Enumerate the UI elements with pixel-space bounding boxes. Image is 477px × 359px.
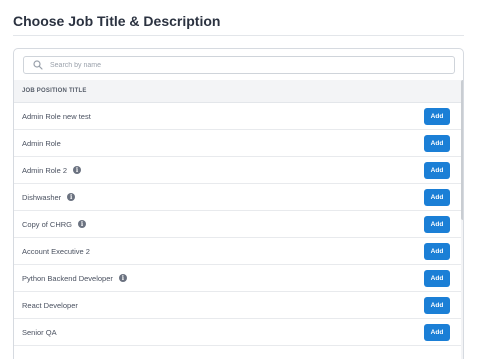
add-button[interactable]: Add — [424, 135, 450, 152]
table-header: JOB POSITION TITLE — [14, 80, 461, 103]
job-title-label: Copy of CHRG — [22, 219, 73, 229]
table-row: Senior QA Add — [14, 319, 461, 346]
table-row: Copy of CHRG i Add — [14, 211, 461, 238]
table-row: Admin Role new test Add — [14, 103, 461, 130]
page-title: Choose Job Title & Description — [13, 13, 221, 29]
add-button[interactable]: Add — [424, 270, 450, 287]
info-icon[interactable]: i — [73, 166, 82, 174]
table-row: Dishwasher i Add — [14, 184, 461, 211]
column-header-job-position-title: JOB POSITION TITLE — [22, 88, 87, 94]
table-row: Admin Role 2 i Add — [14, 157, 461, 184]
job-title-label: Python Backend Developer — [22, 273, 113, 283]
job-title-label: Admin Role 2 — [22, 165, 68, 175]
add-button[interactable]: Add — [424, 108, 450, 125]
add-button[interactable]: Add — [424, 162, 450, 179]
info-icon[interactable]: i — [67, 193, 76, 201]
info-icon[interactable]: i — [78, 220, 87, 228]
table-row: Admin Role Add — [14, 130, 461, 157]
job-title-label: Admin Role new test — [22, 111, 91, 121]
add-button[interactable]: Add — [424, 297, 450, 314]
search-box[interactable] — [23, 56, 455, 74]
add-button[interactable]: Add — [424, 324, 450, 341]
job-title-label: React Developer — [22, 300, 78, 310]
info-icon[interactable]: i — [118, 274, 127, 282]
add-button[interactable]: Add — [424, 189, 450, 206]
add-button[interactable]: Add — [424, 243, 450, 260]
job-title-label: Senior QA — [22, 327, 57, 337]
add-button[interactable]: Add — [424, 216, 450, 233]
table-row: React Developer Add — [14, 292, 461, 319]
scrollbar-thumb[interactable] — [461, 80, 463, 220]
job-title-label: Admin Role — [22, 138, 61, 148]
table-row: Python Backend Developer i Add — [14, 265, 461, 292]
job-title-panel: JOB POSITION TITLE Admin Role new testAd… — [13, 48, 464, 359]
job-title-label: Account Executive 2 — [22, 246, 90, 256]
table-row: Account Executive 2 Add — [14, 238, 461, 265]
search-input[interactable] — [50, 61, 440, 69]
job-title-list: Admin Role new test Add Admin Role Add Admin… — [14, 103, 461, 346]
scrollbar[interactable] — [461, 80, 463, 359]
search-icon — [30, 57, 46, 73]
title-divider — [13, 35, 464, 36]
job-title-label: Dishwasher — [22, 192, 62, 202]
